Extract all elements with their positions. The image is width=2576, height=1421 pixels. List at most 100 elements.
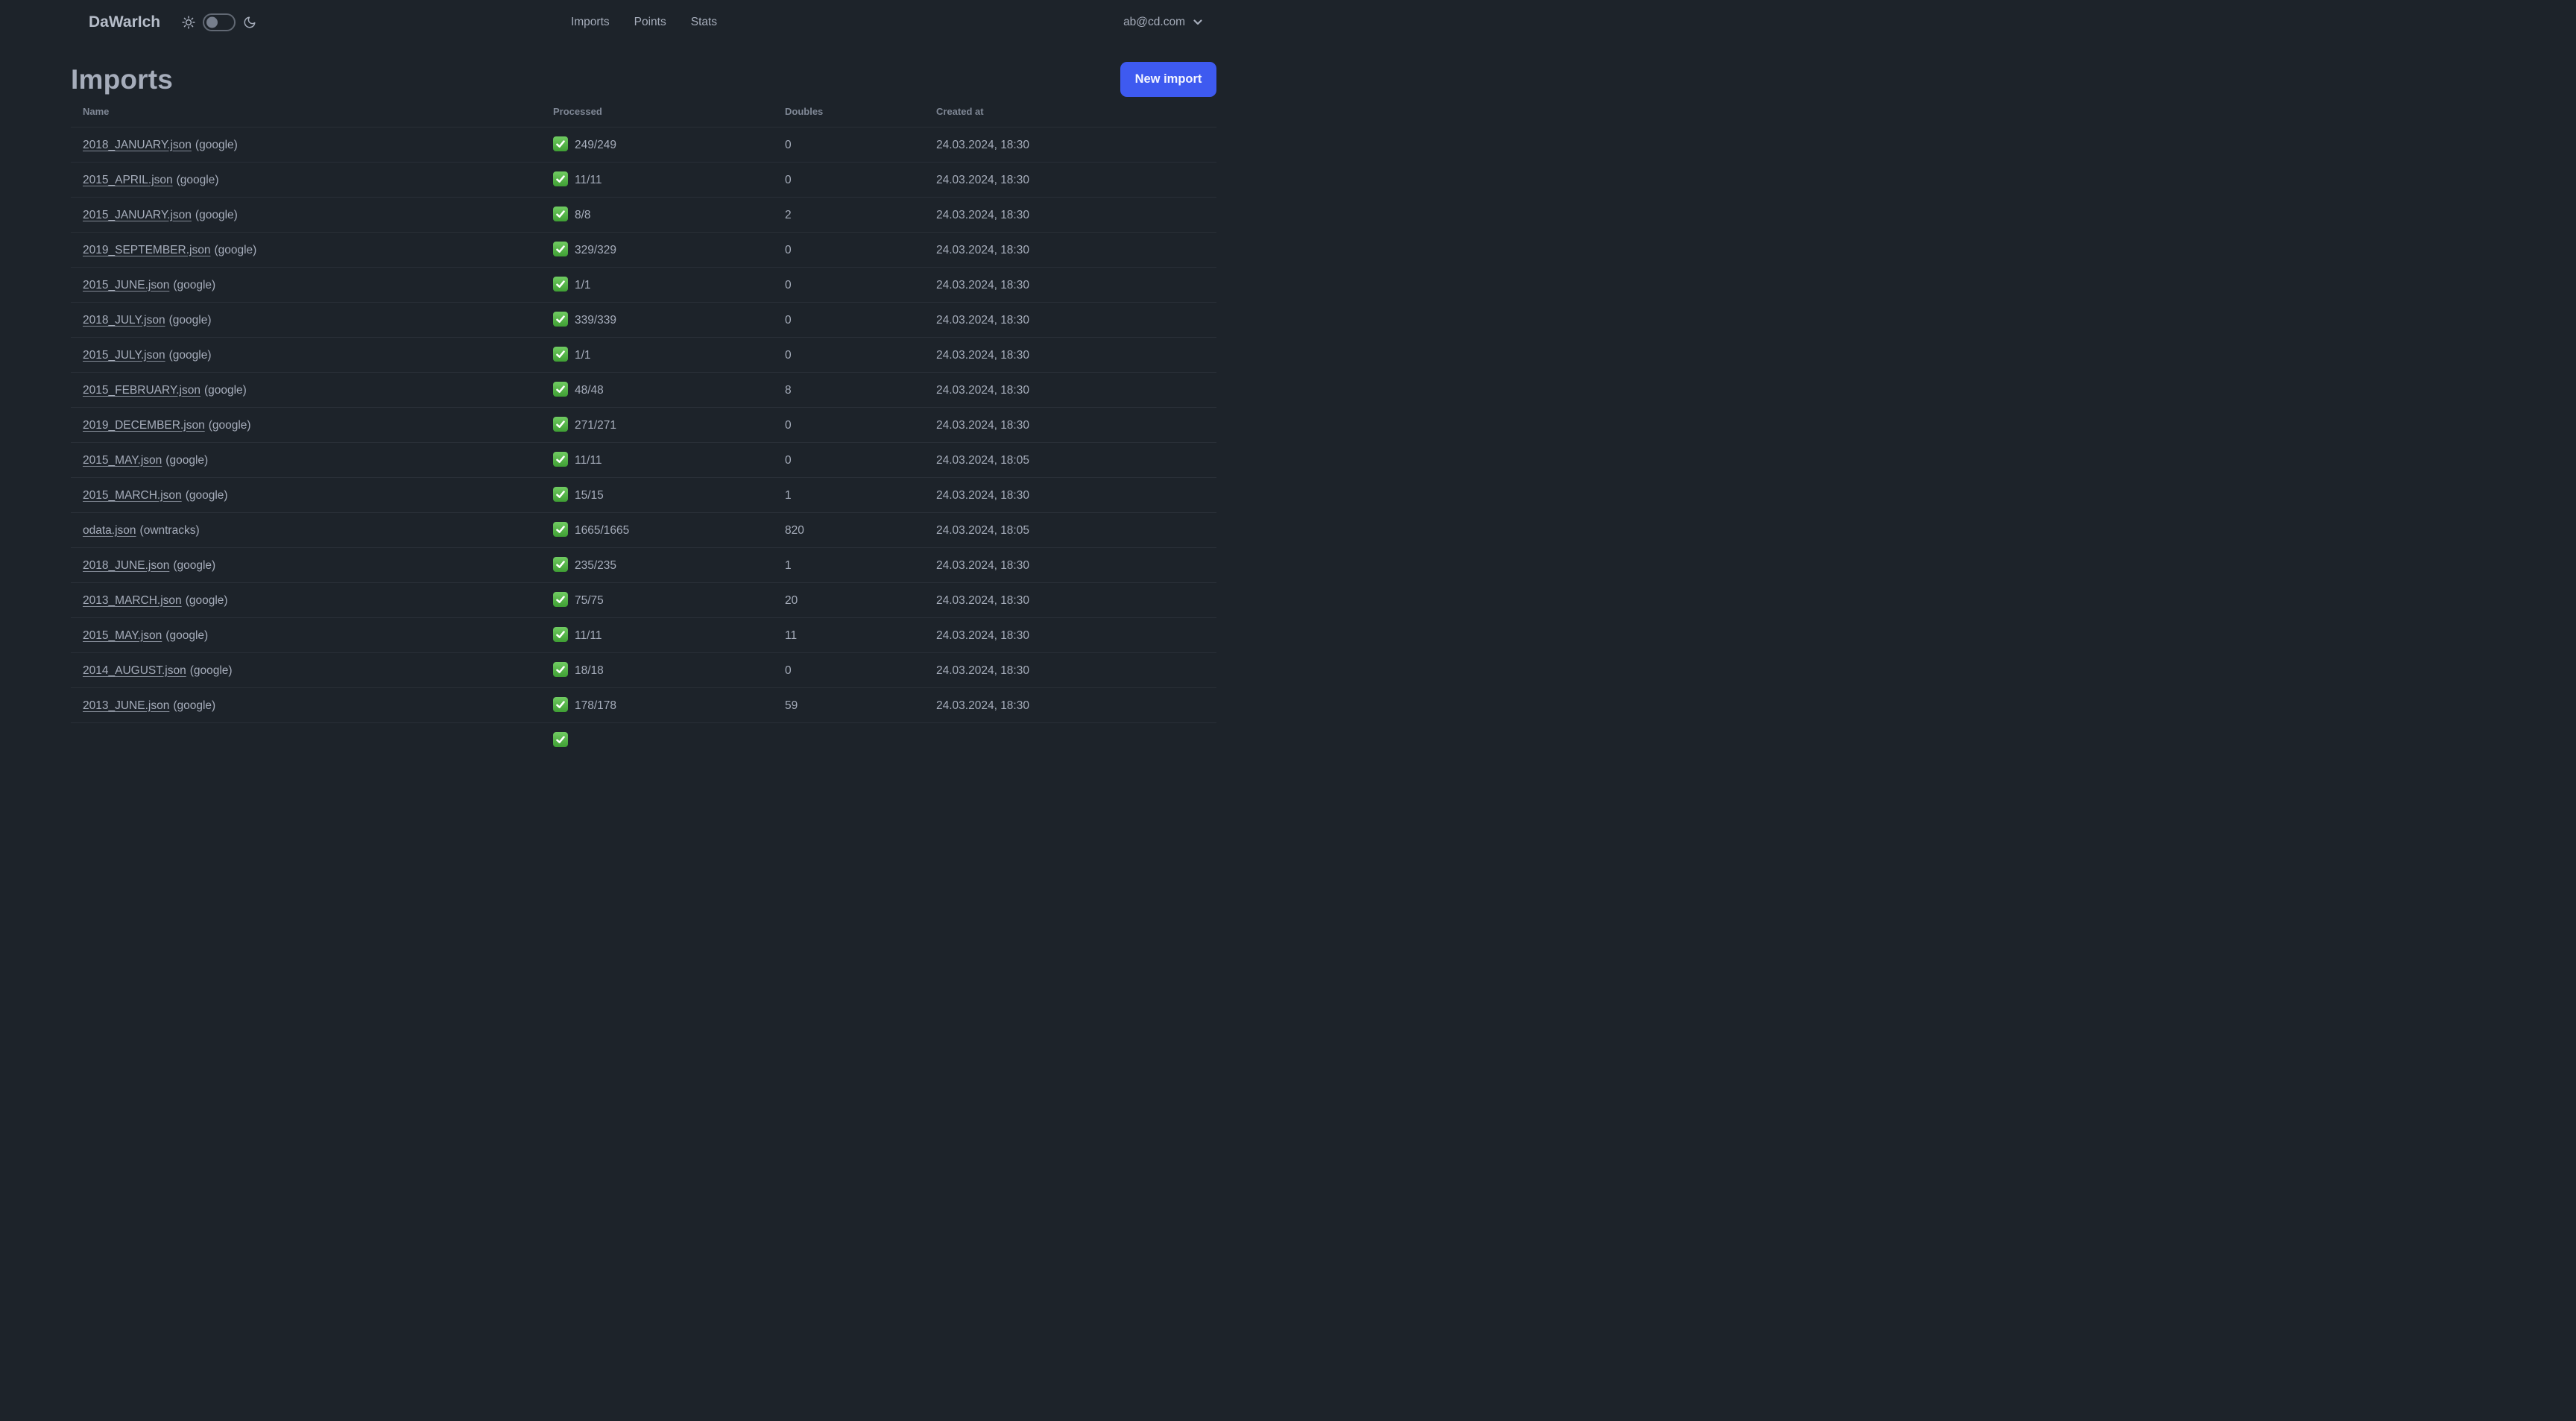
import-file-link[interactable]: 2015_JANUARY.json (83, 209, 192, 221)
cell-doubles: 20 (773, 582, 924, 618)
import-file-link[interactable]: 2018_JANUARY.json (83, 139, 192, 151)
import-source-label: (google) (195, 138, 238, 151)
check-success-icon (553, 277, 568, 292)
cell-doubles: 1 (773, 477, 924, 513)
imports-table: Name Processed Doubles Created at 2018_J… (71, 97, 1216, 757)
column-header-processed: Processed (553, 106, 602, 117)
sun-icon (182, 16, 195, 29)
processed-count: 48/48 (575, 384, 604, 397)
cell-name: 2015_JANUARY.json (google) (71, 197, 541, 233)
import-file-link[interactable]: 2014_AUGUST.json (83, 664, 186, 677)
cell-name: 2013_MARCH.json (google) (71, 582, 541, 618)
import-file-link[interactable]: 2015_MARCH.json (83, 489, 182, 502)
processed-count: 11/11 (575, 454, 602, 467)
check-success-icon (553, 207, 568, 221)
cell-created-at: 24.03.2024, 18:30 (924, 267, 1216, 303)
check-success-icon (553, 627, 568, 642)
import-source-label: (google) (195, 208, 238, 221)
cell-doubles: 2 (773, 197, 924, 233)
moon-icon (244, 16, 256, 28)
cell-processed: 15/15 (541, 477, 773, 513)
cell-created-at: 24.03.2024, 18:30 (924, 582, 1216, 618)
table-row: 2018_JUNE.json (google) 235/235 1 24.03.2… (71, 547, 1216, 583)
import-file-link[interactable]: 2013_JUNE.json (83, 699, 169, 712)
column-header-name: Name (83, 106, 110, 117)
import-file-link[interactable]: 2015_JULY.json (83, 349, 165, 362)
import-file-link[interactable]: 2019_SEPTEMBER.json (83, 244, 210, 256)
table-row: 2015_MAY.json (google) 11/11 11 24.03.202… (71, 617, 1216, 653)
check-success-icon (553, 487, 568, 502)
processed-count: 8/8 (575, 209, 591, 221)
cell-processed: 249/249 (541, 127, 773, 163)
new-import-button[interactable]: New import (1120, 62, 1216, 97)
nav-link-imports[interactable]: Imports (571, 16, 610, 29)
cell-created-at: 24.03.2024, 18:05 (924, 442, 1216, 478)
import-file-link[interactable]: 2019_DECEMBER.json (83, 419, 205, 432)
processed-count: 75/75 (575, 594, 604, 607)
user-menu[interactable]: ab@cd.com (1123, 0, 1204, 45)
cell-processed: 178/178 (541, 687, 773, 723)
cell-name: 2018_JULY.json (google) (71, 302, 541, 338)
theme-switch[interactable] (203, 13, 236, 31)
check-success-icon (553, 697, 568, 712)
cell-created-at: 24.03.2024, 18:30 (924, 162, 1216, 198)
cell-doubles: 8 (773, 372, 924, 408)
import-file-link[interactable]: 2015_FEBRUARY.json (83, 384, 201, 397)
cell-processed: 11/11 (541, 162, 773, 198)
cell-created-at (924, 722, 1216, 757)
page-header: Imports New import (71, 62, 1216, 97)
cell-created-at: 24.03.2024, 18:30 (924, 127, 1216, 163)
check-success-icon (553, 242, 568, 256)
processed-count: 339/339 (575, 314, 617, 327)
navbar: DaWarIch Imports Points Stats ab@cd.com (0, 0, 1288, 45)
import-file-link[interactable]: 2018_JUNE.json (83, 559, 169, 572)
cell-name: 2019_SEPTEMBER.json (google) (71, 232, 541, 268)
import-file-link[interactable]: 2015_APRIL.json (83, 174, 173, 186)
main-content: Imports New import Name Processed Double… (71, 62, 1216, 757)
imports-table-body: 2018_JANUARY.json (google) 249/249 0 24.0… (71, 127, 1216, 757)
processed-count: 1/1 (575, 349, 591, 362)
nav-link-points[interactable]: Points (634, 16, 666, 29)
check-success-icon (553, 452, 568, 467)
cell-name: 2015_JULY.json (google) (71, 337, 541, 373)
cell-processed: 339/339 (541, 302, 773, 338)
cell-doubles: 11 (773, 617, 924, 653)
table-row: 2013_JUNE.json (google) 178/178 59 24.03.… (71, 687, 1216, 723)
page-title: Imports (71, 63, 174, 95)
nav-link-stats[interactable]: Stats (691, 16, 717, 29)
cell-doubles: 59 (773, 687, 924, 723)
check-success-icon (553, 347, 568, 362)
import-source-label: (google) (173, 699, 216, 712)
table-row: 2015_JUNE.json (google) 1/1 0 24.03.2024,… (71, 267, 1216, 303)
check-success-icon (553, 171, 568, 186)
check-success-icon (553, 592, 568, 607)
check-success-icon (553, 732, 568, 747)
import-file-link[interactable]: 2015_JUNE.json (83, 279, 169, 292)
cell-doubles: 0 (773, 162, 924, 198)
import-file-link[interactable]: 2015_MAY.json (83, 629, 162, 642)
import-file-link[interactable]: 2018_JULY.json (83, 314, 165, 327)
import-file-link[interactable]: 2013_MARCH.json (83, 594, 182, 607)
processed-count: 11/11 (575, 174, 602, 186)
cell-doubles (773, 722, 924, 757)
processed-count: 271/271 (575, 419, 617, 432)
import-source-label: (google) (173, 278, 216, 292)
cell-processed: 8/8 (541, 197, 773, 233)
table-row: 2015_FEBRUARY.json (google) 48/48 8 24.03… (71, 372, 1216, 408)
import-file-link[interactable]: odata.json (83, 524, 136, 537)
theme-switch-knob (206, 16, 218, 28)
check-success-icon (553, 522, 568, 537)
cell-doubles: 820 (773, 512, 924, 548)
import-file-link[interactable]: 2015_MAY.json (83, 454, 162, 467)
app-logo[interactable]: DaWarIch (89, 0, 160, 45)
cell-doubles: 0 (773, 337, 924, 373)
import-source-label: (google) (165, 453, 209, 467)
cell-doubles: 0 (773, 232, 924, 268)
table-row: 2015_MARCH.json (google) 15/15 1 24.03.20… (71, 477, 1216, 513)
table-row: 2015_APRIL.json (google) 11/11 0 24.03.20… (71, 162, 1216, 198)
cell-created-at: 24.03.2024, 18:30 (924, 617, 1216, 653)
cell-name (71, 722, 541, 757)
cell-name: odata.json (owntracks) (71, 512, 541, 548)
check-success-icon (553, 557, 568, 572)
cell-processed: 11/11 (541, 442, 773, 478)
